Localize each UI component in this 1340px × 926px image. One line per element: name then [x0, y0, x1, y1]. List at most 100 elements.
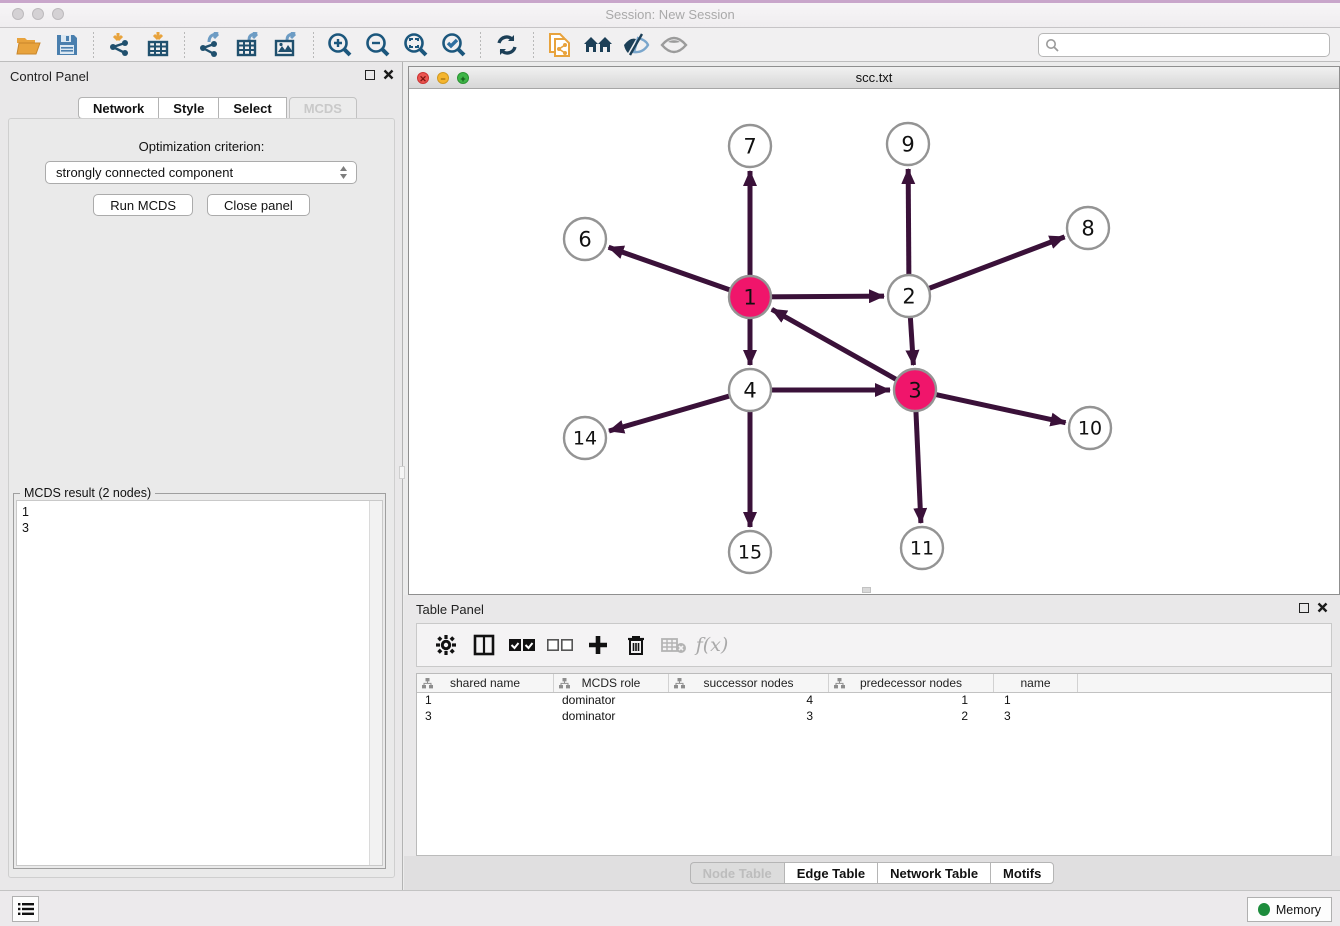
- float-table-panel-icon[interactable]: [1299, 603, 1309, 613]
- tab-style[interactable]: Style: [158, 97, 218, 119]
- import-table-icon[interactable]: [143, 31, 173, 59]
- save-session-icon[interactable]: [52, 31, 82, 59]
- title-bar: Session: New Session: [0, 0, 1340, 28]
- tab-mcds[interactable]: MCDS: [289, 97, 357, 119]
- graph-node-label-15: 15: [738, 542, 762, 564]
- result-scrollbar[interactable]: [369, 501, 382, 865]
- graph-node-label-6: 6: [578, 227, 591, 251]
- graph-edge-2-9[interactable]: [908, 169, 909, 290]
- graph-node-label-1: 1: [743, 285, 756, 309]
- toggle-visibility-icon[interactable]: [621, 31, 651, 59]
- export-network-icon[interactable]: [196, 31, 226, 59]
- close-panel-button[interactable]: Close panel: [207, 194, 310, 216]
- network-window-title: scc.txt: [409, 70, 1339, 85]
- column-header-mcds-role[interactable]: MCDS role: [554, 674, 669, 692]
- toolbar-separator: [533, 32, 534, 58]
- graph-edge-4-14[interactable]: [609, 392, 744, 431]
- control-panel-header: Control Panel: [0, 62, 402, 90]
- copy-network-icon[interactable]: [545, 31, 575, 59]
- tab-select[interactable]: Select: [218, 97, 286, 119]
- table-row[interactable]: 1 dominator 4 1 1: [417, 693, 1331, 709]
- column-layout-icon[interactable]: [467, 630, 501, 660]
- zoom-in-icon[interactable]: [325, 31, 355, 59]
- graph-edge-2-8[interactable]: [915, 237, 1065, 294]
- close-table-panel-icon[interactable]: [1317, 602, 1328, 613]
- main-toolbar: [0, 28, 1340, 62]
- float-panel-icon[interactable]: [365, 70, 375, 80]
- tab-network[interactable]: Network: [78, 97, 158, 119]
- cell-mcds-role[interactable]: dominator: [554, 709, 669, 725]
- cell-name[interactable]: 1: [994, 693, 1078, 709]
- graph-edge-1-2[interactable]: [756, 296, 884, 297]
- zoom-fit-icon[interactable]: [401, 31, 431, 59]
- zoom-out-icon[interactable]: [363, 31, 393, 59]
- export-table-icon[interactable]: [234, 31, 264, 59]
- cell-mcds-role[interactable]: dominator: [554, 693, 669, 709]
- close-panel-icon[interactable]: [383, 69, 394, 80]
- network-graph[interactable]: 7968124314101511: [409, 89, 1339, 594]
- column-header-name[interactable]: name: [994, 674, 1078, 692]
- memory-button[interactable]: Memory: [1247, 897, 1332, 922]
- toolbar-separator: [93, 32, 94, 58]
- add-column-icon[interactable]: [581, 630, 615, 660]
- column-header-predecessor-nodes[interactable]: predecessor nodes: [829, 674, 994, 692]
- graph-edge-3-1[interactable]: [772, 309, 910, 387]
- network-canvas[interactable]: 7968124314101511: [409, 89, 1339, 594]
- import-network-icon[interactable]: [105, 31, 135, 59]
- cell-predecessor-nodes[interactable]: 2: [829, 709, 994, 725]
- search-input[interactable]: [1059, 35, 1329, 55]
- tab-network-table[interactable]: Network Table: [877, 862, 990, 884]
- cell-shared-name[interactable]: 1: [417, 693, 554, 709]
- graph-edge-1-6[interactable]: [609, 247, 745, 295]
- delete-table-icon: [657, 630, 691, 660]
- cell-successor-nodes[interactable]: 3: [669, 709, 829, 725]
- deselect-checks-icon[interactable]: [543, 630, 577, 660]
- table-row[interactable]: 3 dominator 3 2 3: [417, 709, 1331, 725]
- list-icon: [18, 902, 34, 916]
- tab-node-table[interactable]: Node Table: [690, 862, 784, 884]
- delete-column-icon[interactable]: [619, 630, 653, 660]
- mcds-result-title: MCDS result (2 nodes): [20, 486, 155, 500]
- search-field[interactable]: [1038, 33, 1330, 57]
- eye-icon[interactable]: [659, 31, 689, 59]
- control-panel: Control Panel Network Style Select MCDS …: [0, 62, 403, 890]
- zoom-selected-icon[interactable]: [439, 31, 469, 59]
- export-image-icon[interactable]: [272, 31, 302, 59]
- titlebar-accent: [0, 0, 1340, 3]
- column-header-successor-nodes[interactable]: successor nodes: [669, 674, 829, 692]
- tab-motifs[interactable]: Motifs: [990, 862, 1054, 884]
- graph-node-label-9: 9: [901, 132, 914, 156]
- cell-name[interactable]: 3: [994, 709, 1078, 725]
- graph-edge-3-11[interactable]: [915, 396, 921, 523]
- hierarchy-icon: [834, 678, 845, 689]
- open-session-icon[interactable]: [14, 31, 44, 59]
- graph-node-label-8: 8: [1081, 216, 1094, 240]
- graph-edge-3-10[interactable]: [921, 391, 1066, 422]
- toolbar-separator: [480, 32, 481, 58]
- refresh-layout-icon[interactable]: [492, 31, 522, 59]
- network-window-titlebar[interactable]: ✕ − + scc.txt: [409, 67, 1339, 89]
- application-window: Session: New Session: [0, 0, 1340, 926]
- hierarchy-icon: [422, 678, 433, 689]
- cell-predecessor-nodes[interactable]: 1: [829, 693, 994, 709]
- optimization-criterion-select[interactable]: strongly connected component: [45, 161, 357, 184]
- graph-node-label-7: 7: [743, 134, 756, 158]
- select-all-checks-icon[interactable]: [505, 630, 539, 660]
- homes-icon[interactable]: [583, 31, 613, 59]
- table-panel: Table Panel: [404, 595, 1340, 890]
- splitter-handle[interactable]: [399, 466, 405, 479]
- mcds-result-text[interactable]: 1 3: [16, 500, 383, 866]
- graph-node-label-3: 3: [908, 378, 921, 402]
- function-builder-icon: f(x): [695, 630, 729, 660]
- mcds-tab-pane: Optimization criterion: strongly connect…: [8, 118, 395, 878]
- cell-successor-nodes[interactable]: 4: [669, 693, 829, 709]
- task-history-button[interactable]: [12, 896, 39, 922]
- node-table[interactable]: shared name MCDS role successor nodes pr…: [416, 673, 1332, 856]
- run-mcds-button[interactable]: Run MCDS: [93, 194, 193, 216]
- settings-gear-icon[interactable]: [429, 630, 463, 660]
- column-header-shared-name[interactable]: shared name: [417, 674, 554, 692]
- tab-edge-table[interactable]: Edge Table: [784, 862, 877, 884]
- graph-node-label-2: 2: [902, 284, 915, 308]
- cell-shared-name[interactable]: 3: [417, 709, 554, 725]
- canvas-hscroll-thumb[interactable]: [862, 587, 871, 593]
